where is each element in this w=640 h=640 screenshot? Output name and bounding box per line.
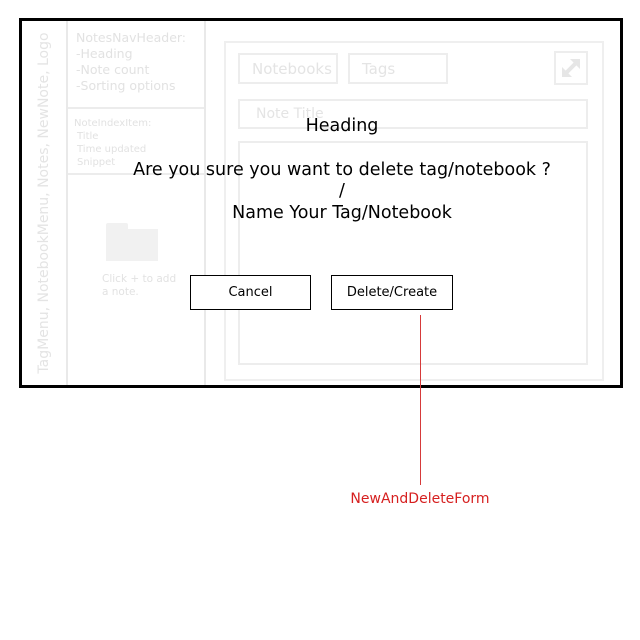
cancel-button[interactable]: Cancel [190,275,311,310]
sidebar-label: TagMenu, NotebookMenu, Notes, NewNote, L… [36,32,52,374]
modal-name-prompt: Name Your Tag/Notebook [232,203,452,223]
modal-question: Are you sure you want to delete tag/note… [133,160,551,180]
delete-create-button[interactable]: Delete/Create [331,275,453,310]
callout-line [420,315,421,485]
app-wireframe: TagMenu, NotebookMenu, Notes, NewNote, L… [19,18,623,388]
sidebar: TagMenu, NotebookMenu, Notes, NewNote, L… [22,21,68,385]
new-and-delete-form: Heading Are you sure you want to delete … [122,21,562,321]
callout-label: NewAndDeleteForm [350,491,490,507]
modal-heading: Heading [305,116,379,136]
modal-separator: / [339,181,345,201]
